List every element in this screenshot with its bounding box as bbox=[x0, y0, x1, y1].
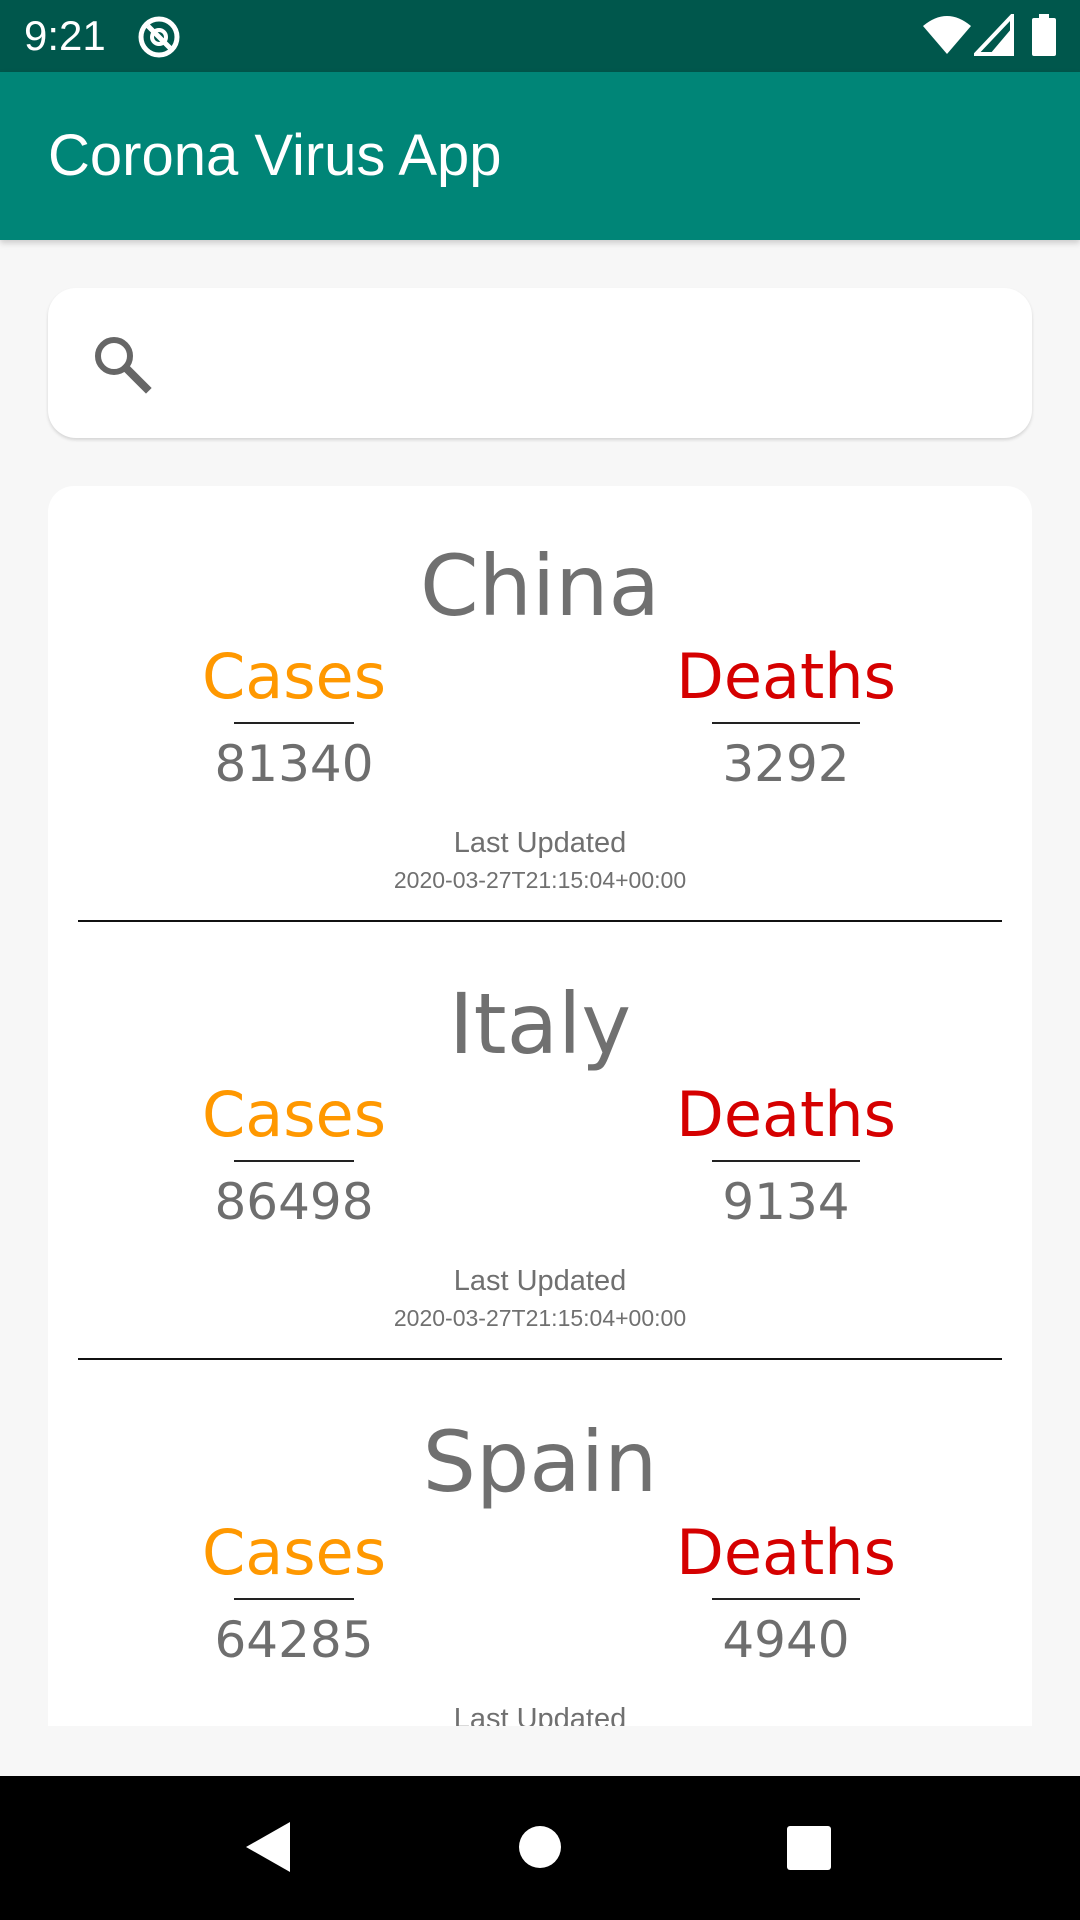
app-title: Corona Virus App bbox=[48, 123, 502, 188]
last-updated-value: 2020-03-27T21:15:04+00:00 bbox=[393, 867, 687, 893]
search-bar[interactable] bbox=[48, 288, 1032, 438]
search-input[interactable] bbox=[178, 328, 1002, 400]
cases-label: Cases bbox=[201, 640, 387, 713]
last-updated-label: Last Updated bbox=[453, 1265, 627, 1297]
recents-icon[interactable] bbox=[786, 1825, 832, 1871]
deaths-label: Deaths bbox=[676, 1078, 896, 1151]
navigation-bar bbox=[0, 1776, 1080, 1920]
deaths-value: 3292 bbox=[722, 735, 850, 793]
cases-stat: Cases 81340 bbox=[124, 640, 464, 798]
status-time: 9:21 bbox=[24, 12, 106, 59]
search-icon[interactable] bbox=[90, 332, 154, 396]
cases-label: Cases bbox=[201, 1516, 387, 1589]
last-updated-label: Last Updated bbox=[453, 1703, 627, 1726]
status-bar: 9:21 bbox=[0, 0, 1080, 72]
country-name: China bbox=[420, 537, 660, 635]
deaths-value: 4940 bbox=[722, 1611, 850, 1669]
deaths-underline bbox=[712, 722, 860, 724]
cases-value: 86498 bbox=[214, 1173, 374, 1231]
cases-value: 81340 bbox=[214, 735, 374, 793]
list-item[interactable]: China Cases 81340 Deaths 3292 Last Updat… bbox=[48, 486, 1032, 924]
list-item[interactable]: Spain Cases 64285 Deaths 4940 Last Updat… bbox=[48, 1362, 1032, 1726]
deaths-stat: Deaths 4940 bbox=[616, 1516, 956, 1674]
country-list[interactable]: China Cases 81340 Deaths 3292 Last Updat… bbox=[48, 486, 1032, 1726]
wifi-icon bbox=[923, 16, 971, 54]
item-divider bbox=[78, 920, 1002, 922]
app-bar: Corona Virus App bbox=[0, 72, 1080, 240]
app-notification-icon bbox=[138, 16, 180, 58]
deaths-label: Deaths bbox=[676, 640, 896, 713]
list-item[interactable]: Italy Cases 86498 Deaths 9134 Last Updat… bbox=[48, 924, 1032, 1362]
battery-icon bbox=[1032, 14, 1056, 56]
back-icon[interactable] bbox=[244, 1820, 292, 1874]
cases-underline bbox=[234, 1160, 354, 1162]
item-divider bbox=[78, 1358, 1002, 1360]
cell-signal-icon bbox=[974, 14, 1014, 56]
deaths-stat: Deaths 9134 bbox=[616, 1078, 956, 1236]
cases-underline bbox=[234, 1598, 354, 1600]
country-name: Spain bbox=[422, 1413, 658, 1511]
cases-stat: Cases 86498 bbox=[124, 1078, 464, 1236]
home-icon[interactable] bbox=[518, 1825, 562, 1869]
deaths-underline bbox=[712, 1160, 860, 1162]
cases-underline bbox=[234, 722, 354, 724]
deaths-label: Deaths bbox=[676, 1516, 896, 1589]
cases-value: 64285 bbox=[214, 1611, 374, 1669]
deaths-underline bbox=[712, 1598, 860, 1600]
last-updated-value: 2020-03-27T21:15:04+00:00 bbox=[393, 1305, 687, 1331]
cases-stat: Cases 64285 bbox=[124, 1516, 464, 1674]
country-name: Italy bbox=[448, 975, 632, 1073]
cases-label: Cases bbox=[201, 1078, 387, 1151]
deaths-value: 9134 bbox=[722, 1173, 850, 1231]
last-updated-label: Last Updated bbox=[453, 827, 627, 859]
deaths-stat: Deaths 3292 bbox=[616, 640, 956, 798]
